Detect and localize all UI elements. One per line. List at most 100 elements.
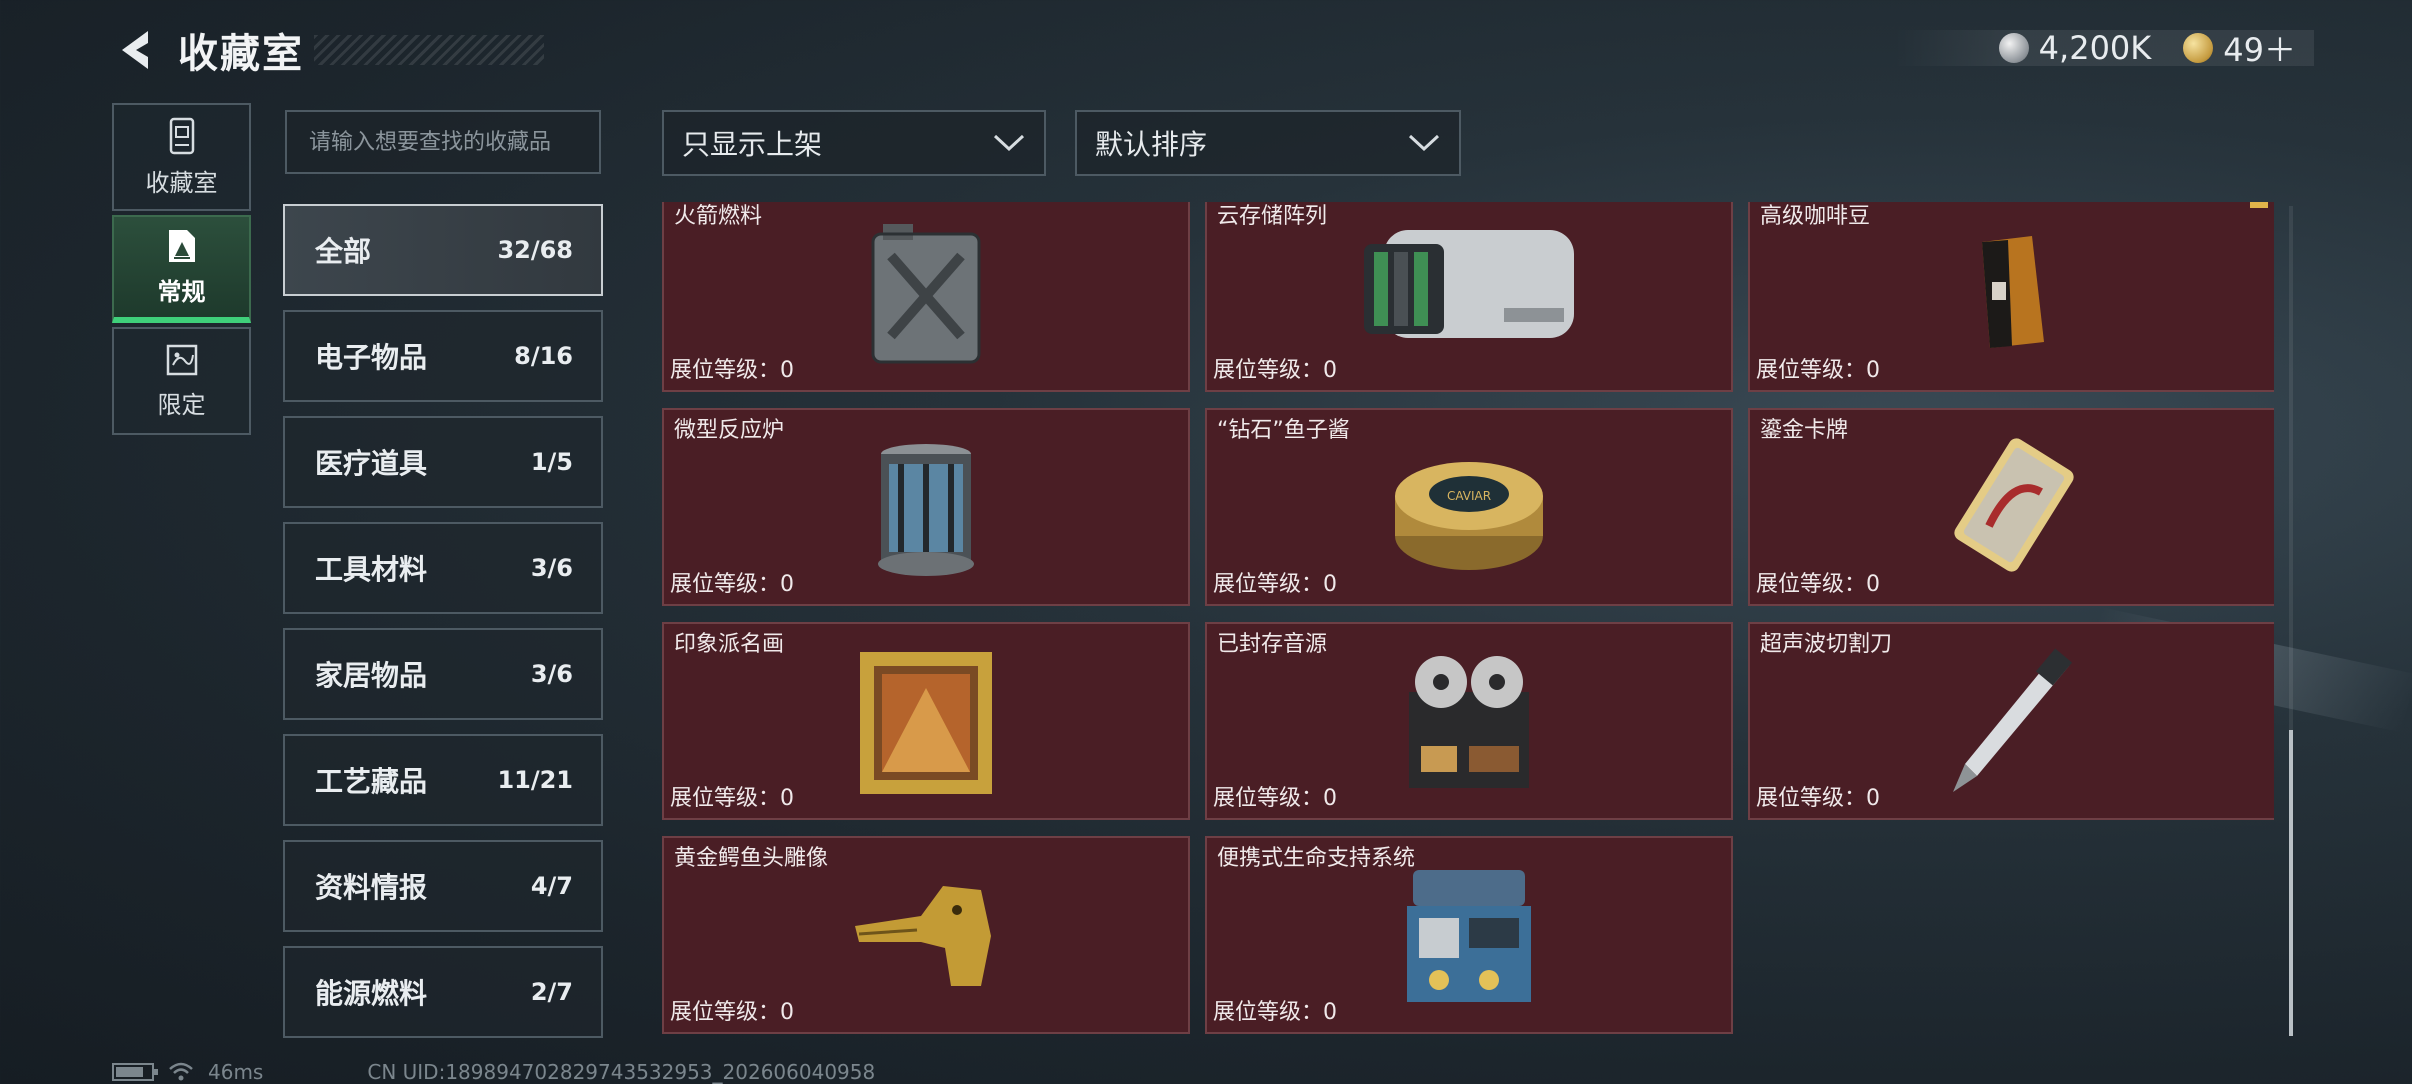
scrollbar-thumb[interactable] [2289, 730, 2293, 1036]
item-card[interactable]: 印象派名画 展位等级：0 [662, 622, 1190, 820]
nav-limited[interactable]: 限定 [112, 327, 251, 435]
header: 收藏室 [112, 22, 544, 78]
collectible-grid: 火箭燃料 展位等级：0 云存储阵列 展位等级：0 高级咖啡豆 展位等级：0 微型… [662, 202, 2274, 1038]
item-name: “钻石”鱼子酱 [1217, 418, 1350, 443]
back-button[interactable] [112, 26, 156, 74]
category-count: 4/7 [530, 872, 573, 900]
category-count: 3/6 [530, 660, 573, 688]
item-card[interactable]: “钻石”鱼子酱 CAVIAR 展位等级：0 [1205, 408, 1733, 606]
category-intel[interactable]: 资料情报 4/7 [283, 840, 603, 932]
title-decoration [314, 35, 544, 65]
item-name: 微型反应炉 [674, 418, 785, 443]
search-box[interactable] [285, 110, 601, 174]
silver-amount: 4,200K [2038, 29, 2152, 67]
ping-value: 46ms [208, 1060, 264, 1084]
item-card[interactable]: 超声波切割刀 展位等级：0 [1748, 622, 2274, 820]
item-card[interactable]: 已封存音源 展位等级：0 [1205, 622, 1733, 820]
item-name: 便携式生命支持系统 [1217, 846, 1416, 871]
item-level: 展位等级：0 [1213, 1000, 1337, 1025]
item-level: 展位等级：0 [670, 572, 794, 597]
coffee-bag-icon [1972, 232, 2052, 356]
chevron-down-icon [1408, 134, 1440, 152]
item-card[interactable]: 高级咖啡豆 展位等级：0 [1748, 202, 2274, 392]
category-name: 能源燃料 [315, 977, 428, 1010]
cutter-knife-icon [1947, 646, 2077, 800]
svg-text:CAVIAR: CAVIAR [1447, 489, 1491, 503]
nav-label: 限定 [157, 390, 206, 419]
battery-level [116, 1067, 144, 1077]
category-tools[interactable]: 工具材料 3/6 [283, 522, 603, 614]
shelf-filter-dropdown[interactable]: 只显示上架 [662, 110, 1046, 176]
document-icon [165, 228, 199, 264]
item-level: 展位等级：0 [1756, 358, 1880, 383]
category-all[interactable]: 全部 32/68 [283, 204, 603, 296]
uid-text: CN UID:189894702829743532953_20260604095… [367, 1060, 876, 1084]
category-home[interactable]: 家居物品 3/6 [283, 628, 603, 720]
category-crafts[interactable]: 工艺藏品 11/21 [283, 734, 603, 826]
gold-coin-icon [2183, 33, 2214, 63]
currency-bar: 4,200K 49＋ [1894, 29, 2314, 69]
silver-coin-icon [1998, 33, 2029, 63]
category-count: 1/5 [530, 448, 573, 476]
category-count: 2/7 [530, 978, 573, 1006]
reel-recorder-icon [1399, 652, 1539, 796]
nav-collection-room[interactable]: 收藏室 [112, 103, 251, 211]
page-title: 收藏室 [178, 31, 304, 77]
item-name: 超声波切割刀 [1760, 632, 1893, 657]
item-level: 展位等级：0 [1213, 572, 1337, 597]
item-level: 展位等级：0 [670, 786, 794, 811]
new-tag-icon [2250, 202, 2268, 208]
status-bar: 46ms CN UID:189894702829743532953_202606… [112, 1060, 875, 1084]
category-name: 全部 [315, 235, 372, 268]
nav-label: 收藏室 [145, 168, 218, 197]
caviar-tin-icon: CAVIAR [1389, 446, 1549, 580]
item-name: 黄金鳄鱼头雕像 [674, 846, 829, 871]
category-name: 家居物品 [315, 659, 428, 692]
currency-gold[interactable]: 49＋ [2183, 25, 2296, 71]
nav-label: 常规 [157, 277, 206, 306]
gold-card-icon [1937, 436, 2087, 580]
category-name: 工具材料 [315, 553, 428, 586]
map-icon [165, 343, 199, 377]
category-name: 医疗道具 [315, 447, 428, 480]
left-nav: 收藏室 常规 限定 [112, 103, 251, 439]
category-list: 全部 32/68 电子物品 8/16 医疗道具 1/5 工具材料 3/6 家居物品 3/6… [283, 204, 603, 1052]
nav-regular[interactable]: 常规 [112, 215, 251, 323]
currency-silver[interactable]: 4,200K [1998, 29, 2152, 67]
item-card[interactable]: 云存储阵列 展位等级：0 [1205, 202, 1733, 392]
item-card[interactable]: 火箭燃料 展位等级：0 [662, 202, 1190, 392]
item-name: 云存储阵列 [1217, 204, 1328, 229]
item-card[interactable]: 微型反应炉 展位等级：0 [662, 408, 1190, 606]
painting-icon [856, 648, 996, 802]
item-level: 展位等级：0 [1213, 358, 1337, 383]
battery-icon [112, 1063, 158, 1081]
gold-amount: 49＋ [2223, 31, 2296, 69]
item-level: 展位等级：0 [1213, 786, 1337, 811]
croc-statue-icon [851, 876, 1001, 1000]
category-count: 11/21 [497, 766, 573, 794]
item-card[interactable]: 便携式生命支持系统 展位等级：0 [1205, 836, 1733, 1034]
reactor-icon [871, 440, 981, 584]
item-card[interactable]: 鎏金卡牌 展位等级：0 [1748, 408, 2274, 606]
item-level: 展位等级：0 [670, 1000, 794, 1025]
search-input[interactable] [309, 129, 599, 155]
category-name: 资料情报 [315, 871, 428, 904]
chevron-down-icon [993, 134, 1025, 152]
grid-scrollbar[interactable] [2289, 206, 2293, 1036]
item-card[interactable]: 黄金鳄鱼头雕像 展位等级：0 [662, 836, 1190, 1034]
category-medical[interactable]: 医疗道具 1/5 [283, 416, 603, 508]
sort-dropdown[interactable]: 默认排序 [1075, 110, 1461, 176]
item-level: 展位等级：0 [670, 358, 794, 383]
item-level: 展位等级：0 [1756, 786, 1880, 811]
category-energy[interactable]: 能源燃料 2/7 [283, 946, 603, 1038]
category-electronics[interactable]: 电子物品 8/16 [283, 310, 603, 402]
category-count: 8/16 [514, 342, 573, 370]
category-count: 32/68 [497, 236, 573, 264]
category-name: 工艺藏品 [315, 765, 428, 798]
wifi-icon [169, 1062, 193, 1081]
life-support-icon [1399, 862, 1539, 1016]
server-array-icon [1354, 218, 1584, 352]
item-name: 高级咖啡豆 [1760, 204, 1871, 229]
sort-value: 默认排序 [1095, 128, 1208, 161]
shelf-filter-value: 只显示上架 [682, 128, 823, 161]
